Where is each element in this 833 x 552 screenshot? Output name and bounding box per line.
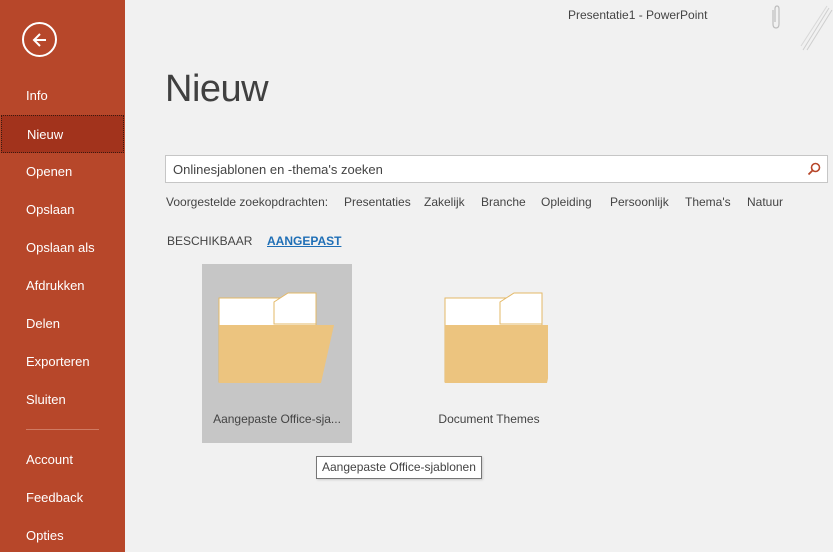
suggestion-opleiding[interactable]: Opleiding [541, 195, 592, 209]
sidebar-item-afdrukken[interactable]: Afdrukken [0, 267, 125, 305]
window-title: Presentatie1 - PowerPoint [568, 8, 708, 22]
suggestion-branche[interactable]: Branche [481, 195, 526, 209]
folder-icon [444, 292, 548, 383]
search-button[interactable] [801, 156, 827, 182]
template-search-input[interactable] [166, 156, 801, 182]
sidebar-item-sluiten[interactable]: Sluiten [0, 381, 125, 419]
backstage-sidebar: Info Nieuw Openen Opslaan Opslaan als Af… [0, 0, 125, 552]
folder-tile-custom-office-templates[interactable]: Aangepaste Office-sja... [202, 264, 352, 443]
sidebar-item-nieuw[interactable]: Nieuw [1, 115, 124, 153]
suggestion-persoonlijk[interactable]: Persoonlijk [610, 195, 669, 209]
back-button[interactable] [22, 22, 57, 57]
sidebar-item-account[interactable]: Account [0, 441, 125, 479]
search-icon [807, 162, 821, 176]
tooltip: Aangepaste Office-sjablonen [316, 456, 482, 479]
folder-label: Aangepaste Office-sja... [213, 412, 341, 426]
tab-aangepast[interactable]: AANGEPAST [267, 234, 341, 248]
folder-icon [218, 292, 334, 383]
suggestion-presentaties[interactable]: Presentaties [344, 195, 411, 209]
folder-label: Document Themes [438, 412, 540, 426]
sidebar-item-info[interactable]: Info [0, 77, 125, 115]
sidebar-item-delen[interactable]: Delen [0, 305, 125, 343]
template-search-box [165, 155, 828, 183]
pencil-decoration-icon [800, 5, 833, 51]
tab-beschikbaar[interactable]: BESCHIKBAAR [167, 234, 252, 248]
paperclip-icon [772, 5, 780, 29]
folder-tile-document-themes[interactable]: Document Themes [414, 264, 564, 443]
suggestion-zakelijk[interactable]: Zakelijk [424, 195, 465, 209]
sidebar-item-exporteren[interactable]: Exporteren [0, 343, 125, 381]
sidebar-item-feedback[interactable]: Feedback [0, 479, 125, 517]
sidebar-item-opslaan[interactable]: Opslaan [0, 191, 125, 229]
arrow-left-icon [32, 32, 46, 47]
suggested-searches-label: Voorgestelde zoekopdrachten: [166, 195, 329, 209]
sidebar-item-opslaan-als[interactable]: Opslaan als [0, 229, 125, 267]
suggestion-themas[interactable]: Thema's [685, 195, 731, 209]
sidebar-divider [26, 429, 99, 430]
sidebar-item-opties[interactable]: Opties [0, 517, 125, 552]
suggestion-natuur[interactable]: Natuur [747, 195, 783, 209]
sidebar-item-openen[interactable]: Openen [0, 153, 125, 191]
page-title: Nieuw [165, 68, 269, 110]
